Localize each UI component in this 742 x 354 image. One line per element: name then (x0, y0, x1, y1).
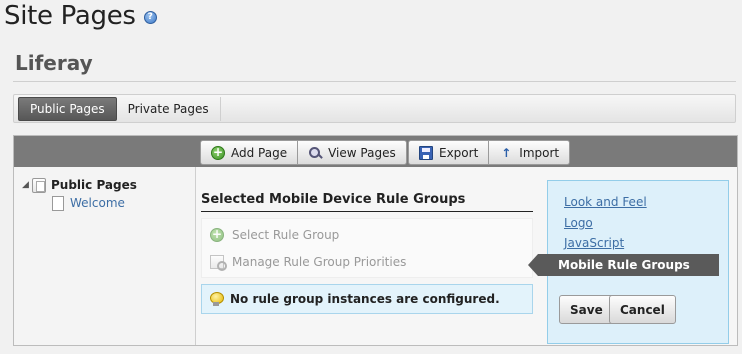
add-icon: + (211, 144, 225, 160)
page-button-group: + Add Page View Pages (200, 140, 407, 165)
sidebar-item-javascript[interactable]: JavaScript (564, 236, 624, 250)
pages-folder-icon (32, 177, 46, 193)
add-page-button[interactable]: + Add Page (200, 140, 299, 165)
add-page-label: Add Page (231, 145, 288, 160)
add-icon: + (210, 227, 224, 242)
page-title: Site Pages (4, 1, 136, 31)
save-button[interactable]: Save (559, 295, 614, 324)
rule-group-actions: + Select Rule Group Manage Rule Group Pr… (201, 218, 533, 278)
pages-tabbar: Public Pages Private Pages (13, 94, 736, 123)
arrow-up-icon: ↑ (501, 145, 512, 160)
lightbulb-icon (210, 292, 224, 306)
export-import-button-group: Export ↑ Import (408, 140, 571, 165)
settings-sidebar: Look and Feel Logo JavaScript Mobile Rul… (538, 180, 729, 344)
tree-root-row[interactable]: ◢ Public Pages (22, 176, 137, 194)
import-button[interactable]: ↑ Import (489, 140, 571, 165)
export-label: Export (439, 145, 479, 160)
page-tree: ◢ Public Pages Welcome (22, 176, 137, 212)
section-title: Selected Mobile Device Rule Groups (201, 192, 466, 207)
page-header: Site Pages ? (4, 0, 157, 32)
tab-private-pages[interactable]: Private Pages (117, 96, 221, 121)
divider (13, 81, 736, 82)
manage-priorities-action[interactable]: Manage Rule Group Priorities (210, 255, 407, 271)
tree-root-label[interactable]: Public Pages (51, 178, 137, 192)
section-rule (201, 211, 533, 212)
page-icon (52, 195, 64, 211)
search-icon (308, 146, 322, 160)
view-pages-button[interactable]: View Pages (298, 140, 407, 165)
manage-priorities-label: Manage Rule Group Priorities (232, 255, 407, 269)
toolbar: + Add Page View Pages Export ↑ Import (14, 136, 737, 167)
tab-public-pages[interactable]: Public Pages (18, 96, 117, 121)
view-pages-label: View Pages (328, 145, 396, 160)
import-label: Import (519, 145, 560, 160)
cancel-button[interactable]: Cancel (609, 295, 676, 324)
tree-item-welcome[interactable]: Welcome (22, 194, 137, 212)
help-icon[interactable]: ? (143, 11, 157, 24)
info-alert: No rule group instances are configured. (201, 284, 533, 314)
alert-text: No rule group instances are configured. (230, 292, 500, 306)
tree-item-label[interactable]: Welcome (70, 196, 125, 210)
site-name: Liferay (15, 51, 93, 75)
sidebar-item-logo[interactable]: Logo (564, 216, 593, 230)
sidebar-item-look-and-feel[interactable]: Look and Feel (564, 195, 647, 209)
sidebar-item-mobile-rule-groups[interactable]: Mobile Rule Groups (538, 254, 719, 276)
expand-arrow-icon[interactable]: ◢ (22, 180, 32, 190)
select-rule-group-label: Select Rule Group (232, 228, 340, 242)
export-button[interactable]: Export (408, 140, 490, 165)
floppy-disk-icon (419, 145, 433, 160)
select-rule-group-action[interactable]: + Select Rule Group (210, 228, 339, 242)
priority-icon (210, 255, 227, 271)
